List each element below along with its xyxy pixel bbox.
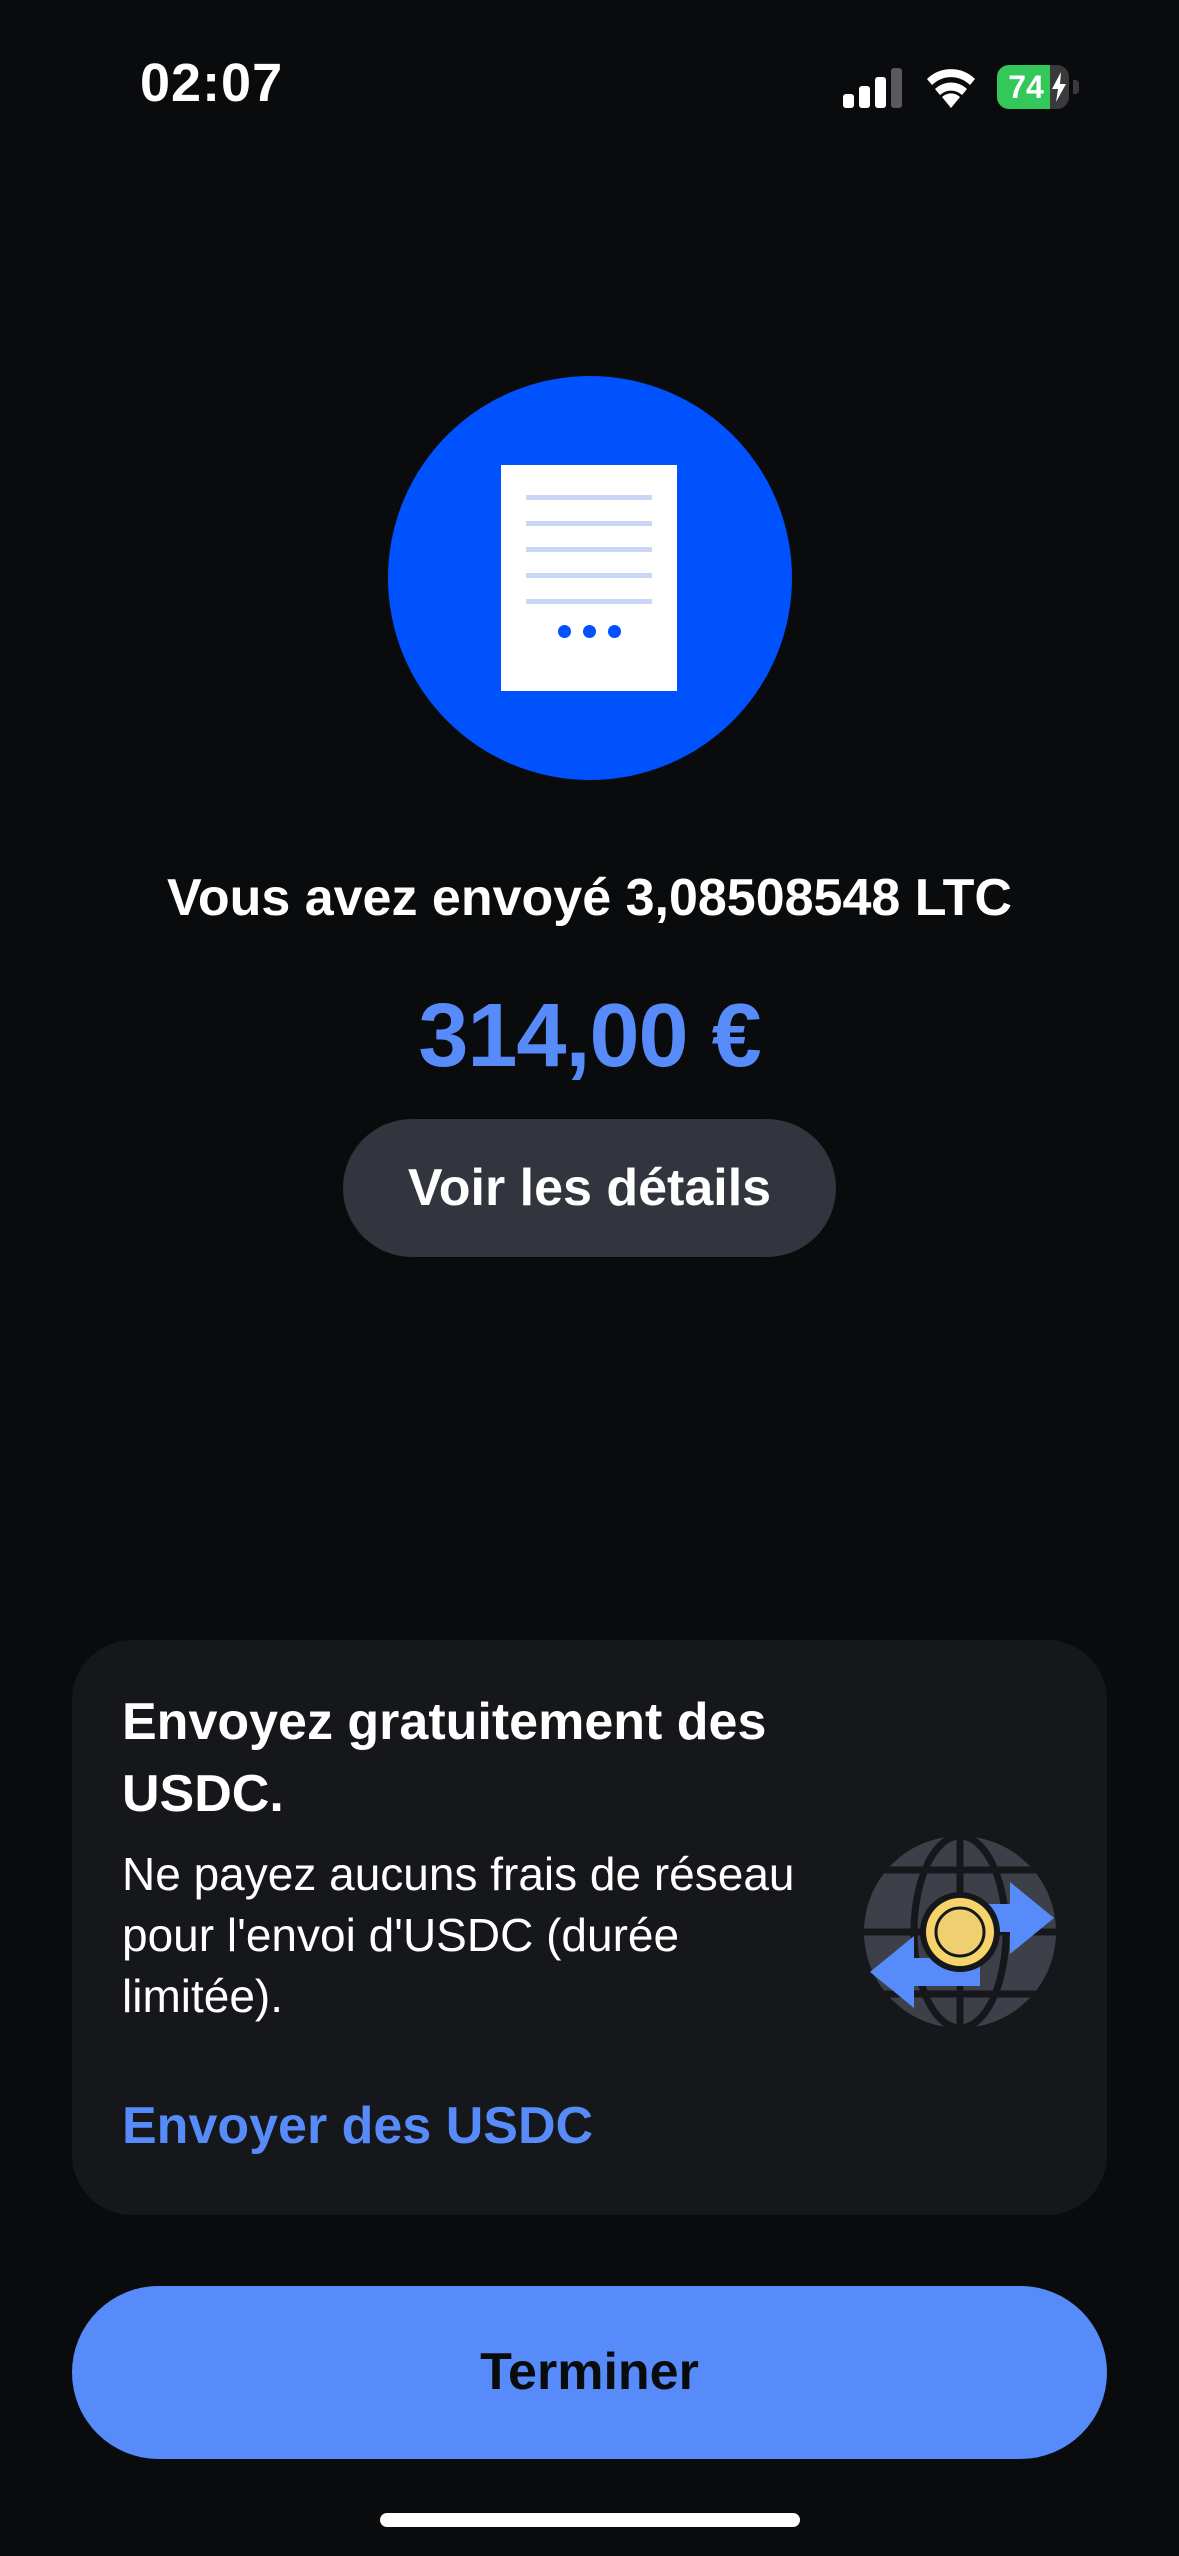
status-bar: 02:07 74 (0, 0, 1179, 180)
promo-description: Ne payez aucuns frais de réseau pour l'e… (122, 1848, 795, 2022)
finish-button[interactable]: Terminer (72, 2286, 1107, 2459)
battery-percent: 74 (1008, 69, 1044, 105)
globe-transfer-icon (864, 1836, 1056, 2028)
receipt-icon (501, 465, 677, 691)
view-details-button[interactable]: Voir les détails (343, 1119, 836, 1257)
battery-charging-icon: 74 (997, 65, 1081, 109)
promo-card: Envoyez gratuitement des USDC. Ne payez … (72, 1640, 1107, 2215)
promo-title: Envoyez gratuitement des USDC. (122, 1693, 767, 1823)
cellular-signal-icon (843, 68, 902, 108)
charging-bolt-icon (1052, 72, 1066, 102)
receipt-illustration (388, 376, 792, 780)
status-time: 02:07 (140, 53, 284, 113)
wifi-icon (927, 69, 975, 108)
sent-amount-text: Vous avez envoyé 3,08508548 LTC (167, 869, 1012, 927)
fiat-amount: 314,00 € (418, 986, 761, 1086)
send-usdc-link[interactable]: Envoyer des USDC (122, 2096, 593, 2156)
home-indicator (380, 2513, 800, 2527)
